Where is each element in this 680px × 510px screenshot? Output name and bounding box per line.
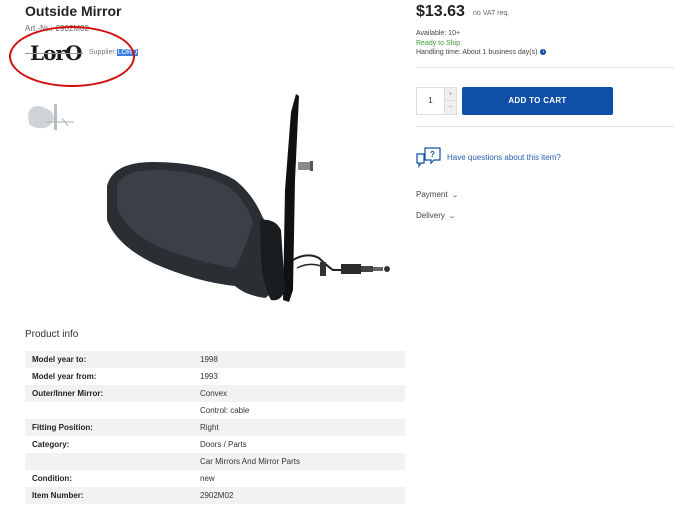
- availability: Available: 10+: [416, 30, 461, 37]
- spec-key: [25, 402, 193, 419]
- spec-value: 1993: [200, 372, 218, 381]
- question-chat-icon[interactable]: ?: [416, 146, 442, 170]
- delivery-label: Delivery: [416, 211, 445, 220]
- handling-time-text: Handling time: About 1 business day(s): [416, 49, 538, 56]
- product-thumbnail[interactable]: [24, 98, 76, 138]
- vat-note: no VAT req.: [473, 10, 510, 17]
- table-row: Category: Doors / Parts: [25, 436, 405, 453]
- add-to-cart-button[interactable]: ADD TO CART: [462, 87, 613, 115]
- spec-key: Item Number:: [32, 491, 84, 500]
- questions-link[interactable]: Have questions about this item?: [447, 153, 561, 162]
- ready-status: Ready to Ship: [416, 40, 460, 47]
- table-row: Model year to: 1998: [25, 351, 405, 368]
- spec-value: new: [200, 474, 215, 483]
- quantity-increase-button[interactable]: +: [444, 88, 456, 101]
- thumbnail-mirror-image: [28, 104, 74, 130]
- spec-value: 2902M02: [200, 491, 234, 500]
- payment-label: Payment: [416, 190, 448, 199]
- spec-key: Model year to:: [32, 355, 87, 364]
- quantity-decrease-button[interactable]: −: [444, 101, 456, 114]
- info-icon[interactable]: i: [540, 49, 547, 56]
- divider: [416, 126, 674, 127]
- spec-key: Outer/Inner Mirror:: [32, 389, 104, 398]
- annotation-circle: [9, 26, 135, 87]
- spec-key: Model year from:: [32, 372, 97, 381]
- spec-value: Right: [200, 423, 219, 432]
- chevron-down-icon: ⌄: [447, 213, 456, 220]
- table-row: Condition: new: [25, 470, 405, 487]
- spec-key: Condition:: [32, 474, 72, 483]
- table-row: Fitting Position: Right: [25, 419, 405, 436]
- spec-value: Car Mirrors And Mirror Parts: [200, 457, 301, 466]
- table-row: Item Number: 2902M02: [25, 487, 405, 504]
- spec-key: Fitting Position:: [32, 423, 93, 432]
- product-title: Outside Mirror: [25, 3, 122, 19]
- spec-value: Control: cable: [200, 406, 250, 415]
- product-main-image[interactable]: [95, 90, 400, 310]
- spec-value: Convex: [200, 389, 228, 398]
- table-row: Car Mirrors And Mirror Parts: [25, 453, 405, 470]
- product-info-heading: Product info: [25, 329, 79, 340]
- handling-time: Handling time: About 1 business day(s) i: [416, 49, 547, 56]
- payment-toggle[interactable]: Payment ⌄: [416, 190, 459, 199]
- delivery-toggle[interactable]: Delivery ⌄: [416, 211, 456, 220]
- spec-value: 1998: [200, 355, 218, 364]
- price: $13.63: [416, 3, 465, 20]
- mirror-image: [107, 94, 390, 302]
- chevron-down-icon: ⌄: [450, 192, 459, 199]
- spec-key: [25, 453, 193, 470]
- spec-key: Category:: [32, 440, 70, 449]
- svg-text:?: ?: [430, 150, 435, 159]
- spec-value: Doors / Parts: [200, 440, 247, 449]
- quantity-stepper[interactable]: 1 + −: [416, 87, 457, 115]
- divider: [416, 67, 674, 68]
- table-row: Control: cable: [25, 402, 405, 419]
- product-info-table: Model year to: 1998 Model year from: 199…: [25, 351, 405, 504]
- table-row: Outer/Inner Mirror: Convex: [25, 385, 405, 402]
- table-row: Model year from: 1993: [25, 368, 405, 385]
- quantity-input[interactable]: 1: [417, 88, 444, 114]
